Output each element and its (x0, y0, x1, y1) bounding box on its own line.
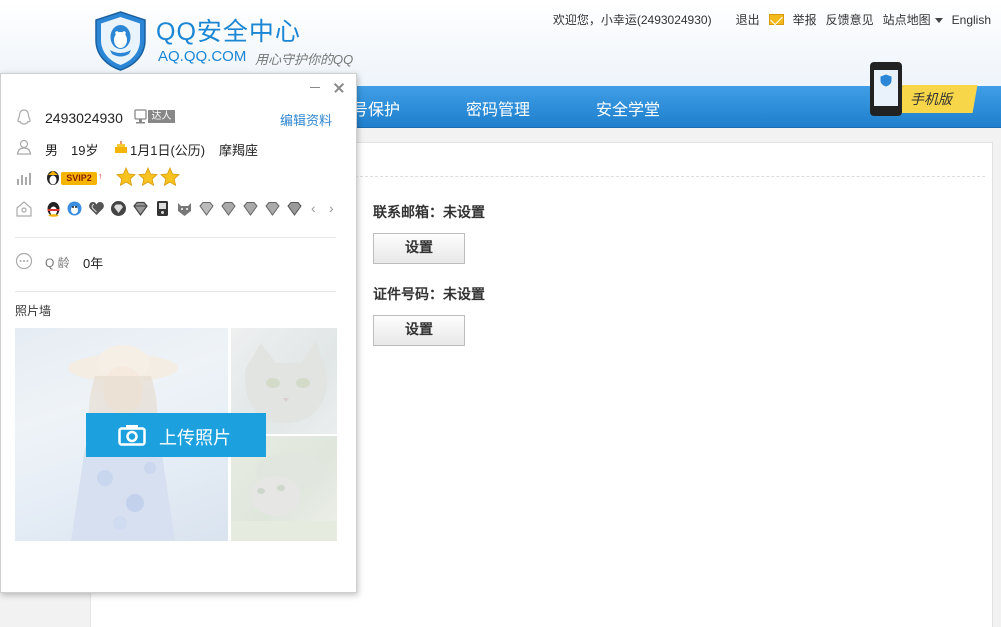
game-badge-icon[interactable] (154, 200, 171, 217)
sitemap-dropdown[interactable]: 站点地图 (883, 11, 943, 28)
svip-penguin-icon (47, 171, 59, 185)
qage-label: Q 龄 (45, 256, 70, 270)
shield-icon (880, 74, 892, 87)
pet-badge-icon[interactable] (176, 200, 193, 217)
penguin-outline-icon (17, 109, 31, 125)
diamond-badge-icon[interactable] (132, 200, 149, 217)
daren-monitor-icon (134, 109, 147, 124)
set-id-number-button[interactable]: 设置 (373, 315, 465, 346)
divider (15, 237, 336, 238)
sitemap-label: 站点地图 (882, 13, 931, 27)
qq-number: 2493024930 (45, 110, 123, 126)
divider (15, 291, 336, 292)
qq-show-badge-icon[interactable] (66, 200, 83, 217)
birthday: 1月1日(公历) (130, 143, 206, 158)
top-user-bar: 欢迎您，小幸运(2493024930) 退出 举报 反馈意见 站点地图 Engl… (553, 11, 991, 28)
daren-tag[interactable]: 达人 (133, 109, 175, 124)
diamond-badge-icon[interactable] (220, 200, 237, 217)
chevron-left-icon[interactable]: ‹ (311, 200, 316, 216)
svip-level-label: SVIP2 (61, 172, 97, 185)
nav-item-account-protection[interactable]: 号保护 (352, 96, 400, 120)
upload-photo-button[interactable]: 上传照片 (86, 413, 266, 457)
level-up-arrow-icon: ↑ (98, 171, 103, 181)
chevron-right-icon[interactable]: › (329, 200, 334, 216)
welcome-text: 欢迎您，小幸运(2493024930) (552, 13, 712, 27)
brand-slogan: 用心守护你的QQ (255, 52, 354, 67)
diamond-badge-icon[interactable] (198, 200, 215, 217)
edit-profile-link[interactable]: 编辑资料 (280, 110, 332, 129)
daren-tag-label: 达人 (148, 110, 175, 123)
nav-item-security-school[interactable]: 安全学堂 (596, 96, 660, 120)
mobile-version-banner: 手机版 (897, 85, 978, 113)
level-star-icon (160, 167, 180, 187)
gender: 男 (45, 143, 59, 158)
photo-wall-label: 照片墙 (15, 304, 52, 318)
upload-photo-label: 上传照片 (159, 428, 231, 448)
level-bars-icon (17, 173, 31, 185)
mobile-version-label: 手机版 (910, 92, 952, 108)
brand-domain: AQ.QQ.COM (158, 48, 247, 65)
level-star-icon (138, 167, 158, 187)
english-link[interactable]: English (952, 13, 991, 27)
qq-penguin-badge-icon[interactable] (45, 200, 62, 217)
diamond-badge-icon[interactable] (286, 200, 303, 217)
zodiac: 摩羯座 (219, 143, 259, 158)
camera-icon (118, 425, 146, 446)
heart-badge-icon[interactable] (88, 200, 105, 217)
nav-item-password-management[interactable]: 密码管理 (466, 96, 530, 120)
diamond-badge-icon[interactable] (264, 200, 281, 217)
feedback-link[interactable]: 反馈意见 (826, 11, 874, 28)
close-icon[interactable] (333, 82, 345, 94)
logout-link[interactable]: 退出 (736, 11, 760, 28)
minimize-icon[interactable] (309, 80, 321, 92)
diamond-badge-icon[interactable] (242, 200, 259, 217)
divider (350, 176, 985, 177)
mail-icon[interactable] (768, 14, 784, 25)
qage-value: 0年 (83, 256, 104, 271)
email-status-label: 联系邮箱：未设置 (373, 205, 485, 221)
svip-badge[interactable]: SVIP2 ↑ (45, 170, 103, 186)
diamond-badge-icon[interactable] (110, 200, 127, 217)
report-link[interactable]: 举报 (793, 11, 817, 28)
chevron-down-icon (934, 18, 943, 24)
birthday-cake-icon (115, 141, 127, 153)
user-icon (16, 139, 32, 155)
qq-security-shield-logo[interactable] (93, 10, 148, 72)
brand-title[interactable]: QQ安全中心 (156, 12, 301, 48)
more-circle-icon (15, 252, 33, 270)
id-number-status-label: 证件号码：未设置 (373, 287, 485, 303)
home-badge-icon (16, 201, 32, 217)
set-email-button[interactable]: 设置 (373, 233, 465, 264)
age: 19岁 (71, 143, 99, 158)
level-star-icon (116, 167, 136, 187)
